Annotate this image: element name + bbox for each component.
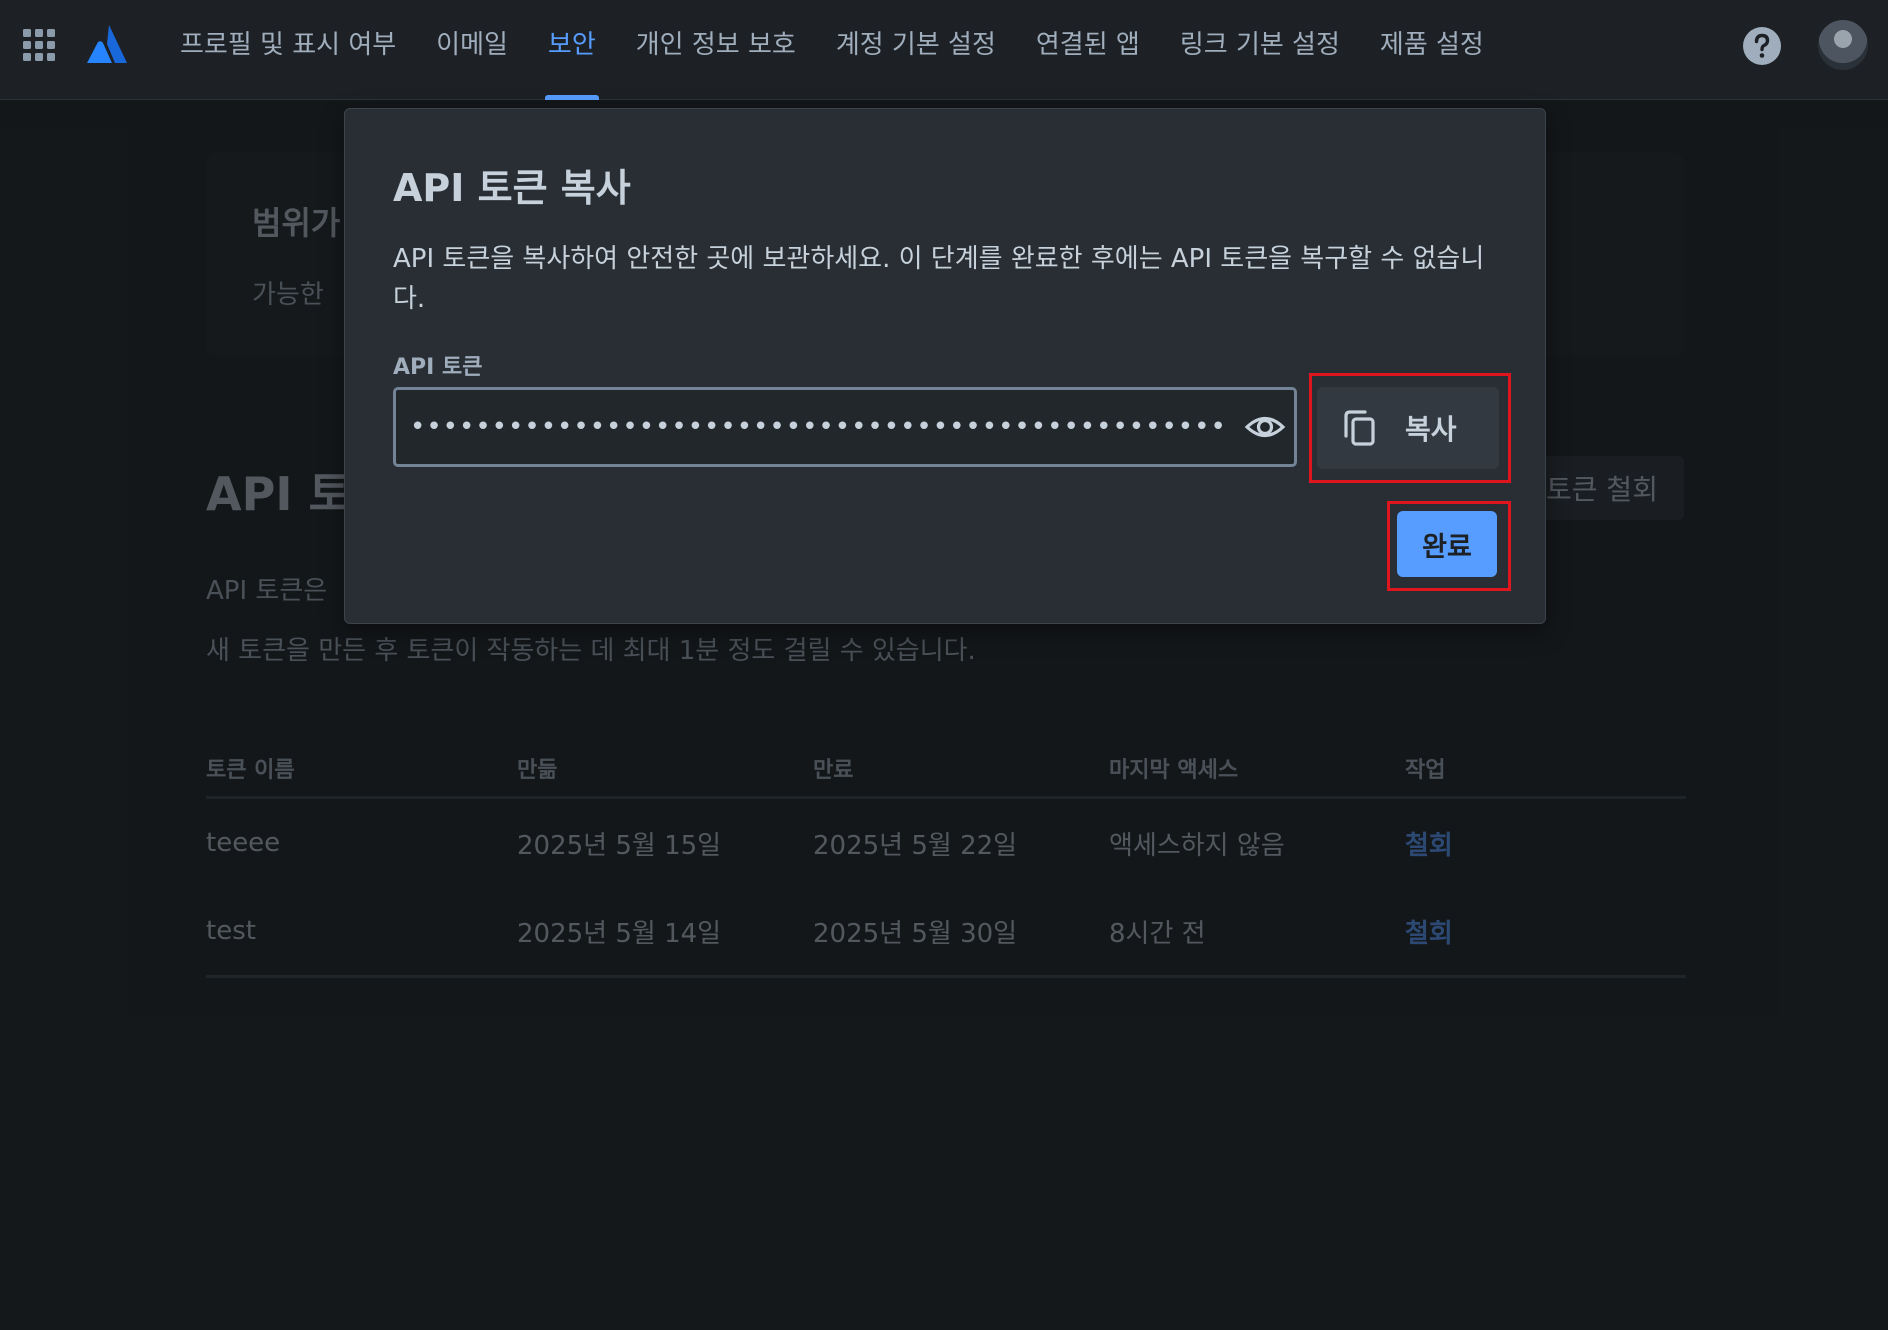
copy-icon [1344, 410, 1375, 446]
token-field[interactable]: ••••••••••••••••••••••••••••••••••••••••… [393, 387, 1297, 467]
tab-product-settings[interactable]: 제품 설정 [1360, 0, 1504, 100]
tab-security[interactable]: 보안 [528, 0, 616, 100]
copy-button-label: 복사 [1405, 413, 1457, 446]
done-button[interactable]: 완료 [1397, 511, 1497, 577]
apps-grid-icon[interactable] [22, 28, 56, 62]
dialog-description: API 토큰을 복사하여 안전한 곳에 보관하세요. 이 단계를 완료한 후에는… [393, 244, 1485, 314]
token-field-label: API 토큰 [393, 355, 483, 380]
dialog-title: API 토큰 복사 [393, 166, 631, 210]
tab-account-preferences[interactable]: 계정 기본 설정 [816, 0, 1016, 100]
top-navigation: 프로필 및 표시 여부 이메일 보안 개인 정보 보호 계정 기본 설정 연결된… [0, 0, 1888, 100]
tab-email[interactable]: 이메일 [416, 0, 528, 100]
tab-link-preferences[interactable]: 링크 기본 설정 [1160, 0, 1360, 100]
avatar[interactable] [1818, 20, 1868, 70]
eye-icon[interactable] [1244, 406, 1286, 448]
tab-profile[interactable]: 프로필 및 표시 여부 [160, 0, 416, 100]
copy-token-dialog: API 토큰 복사 API 토큰을 복사하여 안전한 곳에 보관하세요. 이 단… [344, 108, 1546, 624]
nav-tabs: 프로필 및 표시 여부 이메일 보안 개인 정보 보호 계정 기본 설정 연결된… [160, 0, 1504, 100]
token-input[interactable]: ••••••••••••••••••••••••••••••••••••••••… [410, 390, 1230, 464]
copy-button[interactable]: 복사 [1317, 387, 1499, 469]
help-icon[interactable] [1742, 26, 1782, 66]
tab-privacy[interactable]: 개인 정보 보호 [616, 0, 816, 100]
atlassian-logo-icon[interactable] [86, 24, 128, 64]
tab-connected-apps[interactable]: 연결된 앱 [1016, 0, 1160, 100]
